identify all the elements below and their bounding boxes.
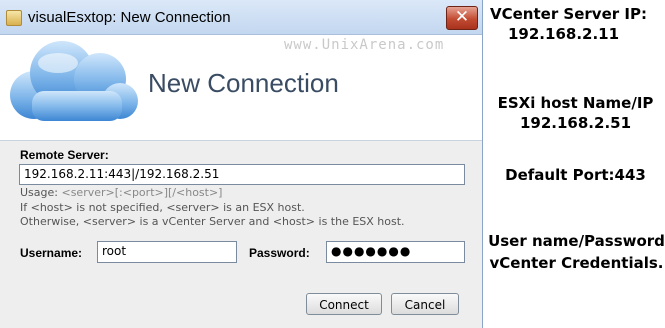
connection-dialog: visualEsxtop: New Connection ✕ www.UnixA… xyxy=(0,0,483,328)
watermark-text: www.UnixArena.com xyxy=(284,37,445,53)
connect-button[interactable]: Connect xyxy=(306,293,382,315)
username-label: Username: xyxy=(20,246,83,260)
usage-key: Usage: xyxy=(20,186,58,199)
username-input[interactable]: root xyxy=(97,241,237,263)
vcenter-annotation-title: VCenter Server IP: xyxy=(490,5,647,23)
window-title: visualEsxtop: New Connection xyxy=(28,9,231,26)
password-input[interactable]: ●●●●●●● xyxy=(326,241,465,263)
title-bar[interactable]: visualEsxtop: New Connection ✕ xyxy=(0,0,482,35)
cloud-icon xyxy=(10,41,138,121)
close-icon: ✕ xyxy=(454,7,470,27)
esxi-annotation: ESXi host Name/IP 192.168.2.51 xyxy=(488,93,663,133)
remote-server-label: Remote Server: xyxy=(20,148,109,162)
esxi-annotation-title: ESXi host Name/IP xyxy=(497,94,654,112)
cancel-button[interactable]: Cancel xyxy=(391,293,459,315)
vcenter-annotation: VCenter Server IP: 192.168.2.11 xyxy=(490,4,665,44)
help-line-2: Otherwise, <server> is a vCenter Server … xyxy=(20,215,405,228)
credentials-annotation: User name/Password vCenter Credentials. xyxy=(488,230,665,274)
remote-server-input[interactable]: 192.168.2.11:443|/192.168.2.51 xyxy=(19,164,465,185)
usage-hint: Usage: <server>[:<port>][/<host>] xyxy=(20,186,222,199)
port-annotation: Default Port:443 xyxy=(505,166,646,184)
credentials-annotation-line2: vCenter Credentials. xyxy=(489,254,664,272)
help-line-1: If <host> is not specified, <server> is … xyxy=(20,201,305,214)
close-button[interactable]: ✕ xyxy=(446,6,478,30)
vcenter-annotation-ip: 192.168.2.11 xyxy=(508,25,620,43)
dialog-heading: New Connection xyxy=(148,68,339,98)
esxi-annotation-ip: 192.168.2.51 xyxy=(519,114,632,132)
credentials-annotation-line1: User name/Password xyxy=(488,232,665,250)
app-icon xyxy=(6,10,22,26)
dialog-header: www.UnixArena.com New Connection xyxy=(0,35,482,141)
usage-syntax: <server>[:<port>][/<host>] xyxy=(61,186,223,199)
password-label: Password: xyxy=(249,246,310,260)
